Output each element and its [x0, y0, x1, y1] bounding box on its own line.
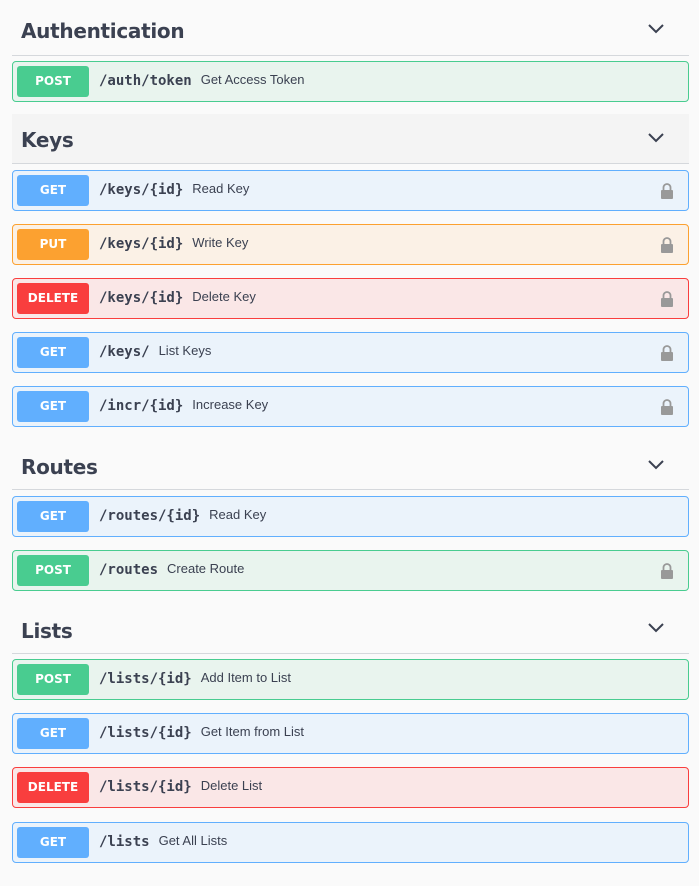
method-badge: GET [17, 337, 89, 368]
tag-header-routes[interactable]: Routes [12, 440, 689, 490]
operation-path: /lists/{id} Delete List [99, 778, 263, 795]
operation-path: /lists/{id} Add Item to List [99, 670, 292, 687]
lock-icon[interactable] [660, 291, 674, 307]
method-badge: POST [17, 66, 89, 97]
operation-summary: Create Route [167, 561, 245, 576]
operation-path: /auth/token Get Access Token [99, 72, 305, 89]
operation-path: /keys/{id} Read Key [99, 181, 250, 198]
tag-section-routes: Routes [0, 440, 699, 490]
tag-header-keys[interactable]: Keys [12, 114, 689, 164]
tag-header-lists[interactable]: Lists [12, 604, 689, 654]
lock-icon[interactable] [660, 183, 674, 199]
operation-post-routes[interactable]: POST /routes Create Route [12, 550, 689, 591]
tag-title: Lists [21, 619, 73, 643]
lock-icon[interactable] [660, 399, 674, 415]
lock-icon[interactable] [660, 237, 674, 253]
method-badge: GET [17, 718, 89, 749]
operation-summary: Delete Key [192, 289, 256, 304]
operation-summary: Get Item from List [200, 724, 305, 739]
operation-get-lists-id[interactable]: GET /lists/{id} Get Item from List [12, 713, 689, 754]
method-badge: GET [17, 175, 89, 206]
tag-section-lists: Lists [0, 604, 699, 654]
path-text: /lists/{id} [99, 725, 192, 741]
method-badge: DELETE [17, 283, 89, 314]
operation-path: /routes Create Route [99, 561, 245, 578]
operation-path: /keys/List Keys [99, 343, 212, 360]
operation-get-lists[interactable]: GET /lists Get All Lists [12, 822, 689, 863]
path-text: /incr/{id} [99, 398, 184, 414]
operation-summary: Increase Key [192, 397, 269, 412]
operation-path: /lists/{id} Get Item from List [99, 724, 305, 741]
method-badge: PUT [17, 229, 89, 260]
operation-summary: Add Item to List [200, 670, 292, 685]
path-text: /keys/{id} [99, 236, 184, 252]
operation-delete-lists-id[interactable]: DELETE /lists/{id} Delete List [12, 767, 689, 808]
operation-summary: Delete List [200, 778, 263, 793]
operation-path: /keys/{id} Delete Key [99, 289, 256, 306]
operation-summary: Get All Lists [158, 833, 228, 848]
tag-title: Authentication [21, 19, 185, 43]
operation-get-routes-id[interactable]: GET /routes/{id} Read Key [12, 496, 689, 537]
method-badge: GET [17, 827, 89, 858]
path-text: /auth/token [99, 73, 192, 89]
operation-path: /keys/{id} Write Key [99, 235, 249, 252]
chevron-down-icon[interactable] [647, 457, 665, 471]
operation-delete-keys-id[interactable]: DELETE /keys/{id} Delete Key [12, 278, 689, 319]
path-text: /lists/{id} [99, 779, 192, 795]
path-text: /lists [99, 834, 150, 850]
chevron-down-icon[interactable] [647, 130, 665, 144]
operation-get-keys-id[interactable]: GET /keys/{id} Read Key [12, 170, 689, 211]
lock-icon[interactable] [660, 345, 674, 361]
operation-put-keys-id[interactable]: PUT /keys/{id} Write Key [12, 224, 689, 265]
path-text: /lists/{id} [99, 671, 192, 687]
operation-path: /incr/{id} Increase Key [99, 397, 269, 414]
operation-post-lists-id[interactable]: POST /lists/{id} Add Item to List [12, 659, 689, 700]
operation-path: /lists Get All Lists [99, 833, 228, 850]
path-text: /routes [99, 562, 159, 578]
path-text: /keys/{id} [99, 182, 184, 198]
method-badge: POST [17, 664, 89, 695]
tag-header-authentication[interactable]: Authentication [12, 6, 689, 56]
tag-title: Keys [21, 128, 74, 152]
operation-summary: Write Key [192, 235, 249, 250]
path-text: /keys/{id} [99, 290, 184, 306]
operation-get-incr-id[interactable]: GET /incr/{id} Increase Key [12, 386, 689, 427]
method-badge: GET [17, 501, 89, 532]
operation-post-auth-token[interactable]: POST /auth/token Get Access Token [12, 61, 689, 102]
method-badge: GET [17, 391, 89, 422]
chevron-down-icon[interactable] [647, 21, 665, 35]
path-text: /routes/{id} [99, 508, 201, 524]
tag-section-authentication: Authentication [0, 6, 699, 56]
operation-summary: Read Key [209, 507, 267, 522]
operation-get-keys[interactable]: GET /keys/List Keys [12, 332, 689, 373]
operation-path: /routes/{id} Read Key [99, 507, 267, 524]
tag-section-keys: Keys [0, 114, 699, 164]
lock-icon[interactable] [660, 563, 674, 579]
operation-summary: List Keys [158, 343, 212, 358]
operation-summary: Read Key [192, 181, 250, 196]
path-text: /keys/ [99, 344, 150, 360]
chevron-down-icon[interactable] [647, 620, 665, 634]
tag-title: Routes [21, 455, 98, 479]
method-badge: DELETE [17, 772, 89, 803]
method-badge: POST [17, 555, 89, 586]
operation-summary: Get Access Token [200, 72, 305, 87]
